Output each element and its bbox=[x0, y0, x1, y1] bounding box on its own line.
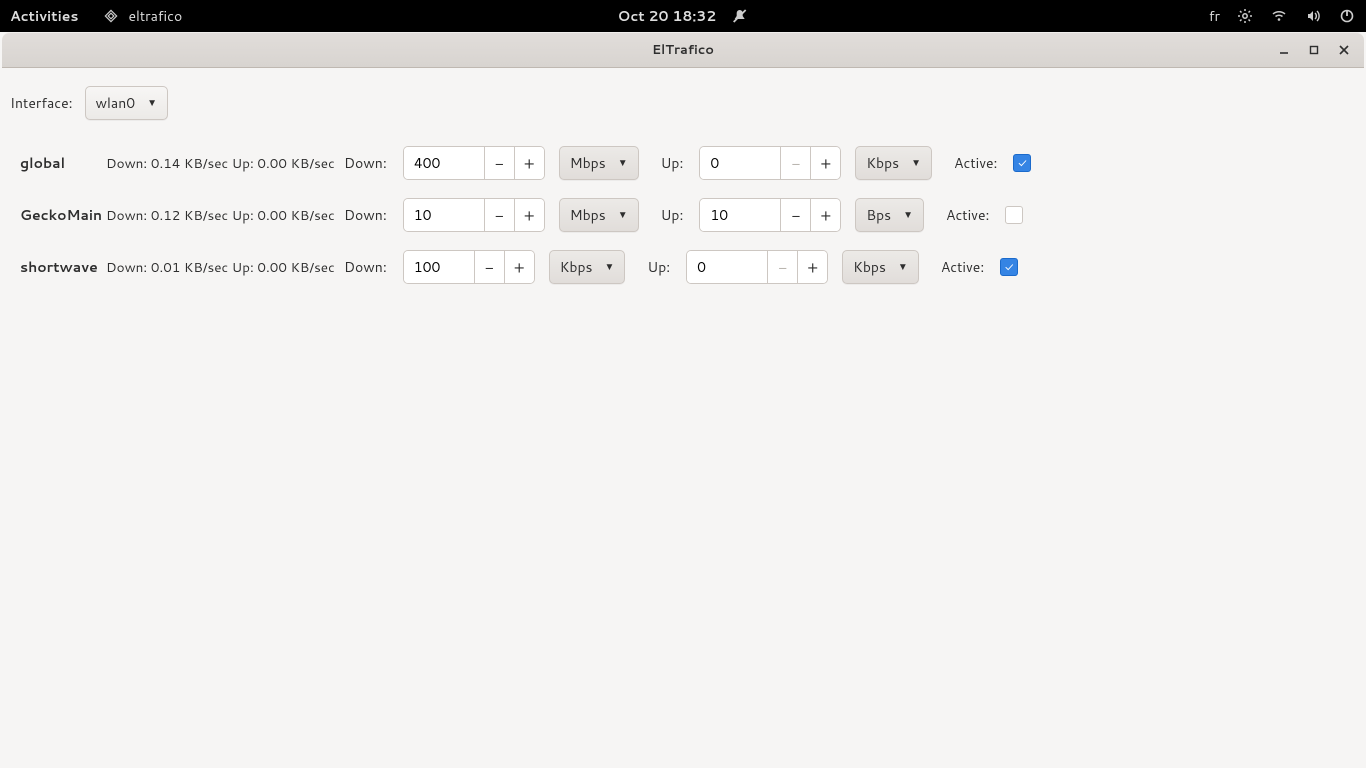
window-titlebar: ElTrafico bbox=[2, 32, 1364, 68]
limit-row-geckomain: GeckoMain Down: 0.12 KB/sec Up: 0.00 KB/… bbox=[10, 194, 1356, 236]
down-value-stepper: − + bbox=[403, 250, 535, 284]
interface-dropdown[interactable]: wlan0 ▼ bbox=[85, 86, 169, 120]
app-diamond-icon bbox=[102, 7, 120, 25]
volume-icon[interactable] bbox=[1304, 7, 1322, 25]
up-decrement-button[interactable]: − bbox=[780, 199, 810, 231]
down-label: Down: bbox=[344, 257, 387, 277]
chevron-down-icon: ▼ bbox=[618, 208, 628, 222]
up-value-stepper: − + bbox=[699, 198, 841, 232]
up-decrement-button[interactable]: − bbox=[767, 251, 797, 283]
active-label: Active: bbox=[946, 205, 989, 225]
down-increment-button[interactable]: + bbox=[514, 199, 544, 231]
chevron-down-icon: ▼ bbox=[898, 260, 908, 274]
up-unit-dropdown[interactable]: Kbps ▼ bbox=[842, 250, 919, 284]
up-increment-button[interactable]: + bbox=[810, 147, 840, 179]
chevron-down-icon: ▼ bbox=[147, 96, 157, 110]
down-label: Down: bbox=[344, 153, 387, 173]
active-label: Active: bbox=[954, 153, 997, 173]
down-value-stepper: − + bbox=[403, 198, 545, 232]
down-value-input[interactable] bbox=[404, 199, 484, 231]
active-checkbox[interactable]: ✓ bbox=[1000, 258, 1018, 276]
up-increment-button[interactable]: + bbox=[797, 251, 827, 283]
window-maximize-button[interactable] bbox=[1306, 42, 1322, 58]
down-label: Down: bbox=[344, 205, 387, 225]
settings-gear-icon[interactable] bbox=[1236, 7, 1254, 25]
window-minimize-button[interactable] bbox=[1276, 42, 1292, 58]
active-checkbox[interactable]: ✓ bbox=[1005, 206, 1023, 224]
up-label: Up: bbox=[647, 257, 670, 277]
up-unit-dropdown[interactable]: Kbps ▼ bbox=[855, 146, 932, 180]
down-value-input[interactable] bbox=[404, 147, 484, 179]
down-unit-dropdown[interactable]: Kbps ▼ bbox=[549, 250, 626, 284]
up-value-input[interactable] bbox=[700, 147, 780, 179]
up-label: Up: bbox=[661, 205, 684, 225]
up-value-input[interactable] bbox=[687, 251, 767, 283]
topbar-app-menu[interactable]: eltrafico bbox=[102, 6, 182, 26]
up-value-input[interactable] bbox=[700, 199, 780, 231]
down-unit-dropdown[interactable]: Mbps ▼ bbox=[559, 198, 639, 232]
row-name: GeckoMain bbox=[10, 205, 106, 225]
limit-row-shortwave: shortwave Down: 0.01 KB/sec Up: 0.00 KB/… bbox=[10, 246, 1356, 288]
active-label: Active: bbox=[941, 257, 984, 277]
row-name: global bbox=[10, 153, 106, 173]
up-value-stepper: − + bbox=[699, 146, 841, 180]
chevron-down-icon: ▼ bbox=[604, 260, 614, 274]
down-increment-button[interactable]: + bbox=[504, 251, 534, 283]
activities-button[interactable]: Activities bbox=[10, 6, 78, 26]
chevron-down-icon: ▼ bbox=[911, 156, 921, 170]
down-decrement-button[interactable]: − bbox=[474, 251, 504, 283]
wifi-icon[interactable] bbox=[1270, 7, 1288, 25]
limit-row-global: global Down: 0.14 KB/sec Up: 0.00 KB/sec… bbox=[10, 142, 1356, 184]
up-label: Up: bbox=[661, 153, 684, 173]
up-unit-value: Kbps bbox=[866, 153, 899, 173]
up-decrement-button[interactable]: − bbox=[780, 147, 810, 179]
topbar-datetime[interactable]: Oct 20 18:32 bbox=[618, 6, 717, 26]
down-unit-dropdown[interactable]: Mbps ▼ bbox=[559, 146, 639, 180]
down-increment-button[interactable]: + bbox=[514, 147, 544, 179]
down-value-input[interactable] bbox=[404, 251, 474, 283]
gnome-topbar: Activities eltrafico Oct 20 18:32 fr bbox=[0, 0, 1366, 32]
notifications-muted-icon[interactable] bbox=[730, 7, 748, 25]
down-decrement-button[interactable]: − bbox=[484, 147, 514, 179]
interface-selector-row: Interface: wlan0 ▼ bbox=[10, 82, 1356, 124]
up-increment-button[interactable]: + bbox=[810, 199, 840, 231]
down-decrement-button[interactable]: − bbox=[484, 199, 514, 231]
down-unit-value: Kbps bbox=[560, 257, 593, 277]
interface-label: Interface: bbox=[10, 93, 73, 113]
window-title: ElTrafico bbox=[652, 41, 714, 59]
up-unit-value: Bps bbox=[866, 205, 891, 225]
active-checkbox[interactable]: ✓ bbox=[1013, 154, 1031, 172]
down-value-stepper: − + bbox=[403, 146, 545, 180]
power-icon[interactable] bbox=[1338, 7, 1356, 25]
row-stats: Down: 0.12 KB/sec Up: 0.00 KB/sec bbox=[106, 206, 336, 225]
row-stats: Down: 0.14 KB/sec Up: 0.00 KB/sec bbox=[106, 154, 336, 173]
row-name: shortwave bbox=[10, 257, 106, 277]
down-unit-value: Mbps bbox=[570, 205, 606, 225]
interface-selected-value: wlan0 bbox=[96, 93, 136, 113]
window-close-button[interactable] bbox=[1336, 42, 1352, 58]
down-unit-value: Mbps bbox=[570, 153, 606, 173]
chevron-down-icon: ▼ bbox=[618, 156, 628, 170]
up-value-stepper: − + bbox=[686, 250, 828, 284]
up-unit-value: Kbps bbox=[853, 257, 886, 277]
row-stats: Down: 0.01 KB/sec Up: 0.00 KB/sec bbox=[106, 258, 336, 277]
up-unit-dropdown[interactable]: Bps ▼ bbox=[855, 198, 924, 232]
chevron-down-icon: ▼ bbox=[903, 208, 913, 222]
app-content-area: Interface: wlan0 ▼ global Down: 0.14 KB/… bbox=[0, 68, 1366, 312]
keyboard-layout-indicator[interactable]: fr bbox=[1209, 6, 1220, 26]
topbar-app-name: eltrafico bbox=[128, 6, 182, 26]
